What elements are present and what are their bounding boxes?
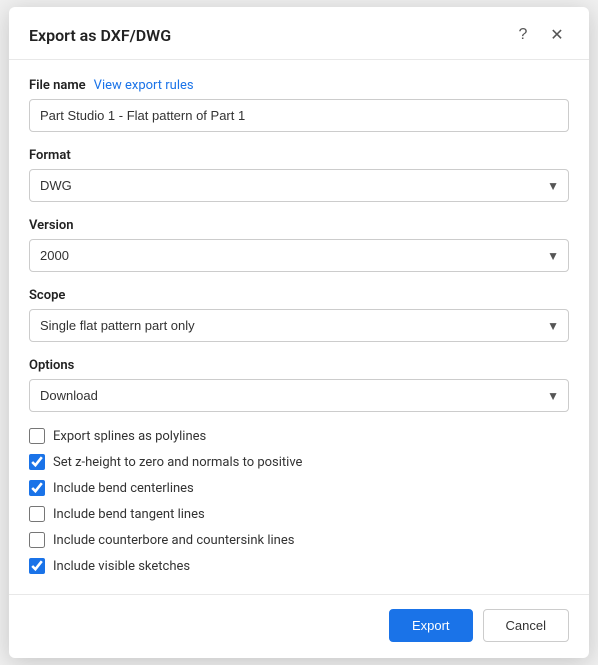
visible-sketches-checkbox[interactable]	[29, 558, 45, 574]
export-dialog: Export as DXF/DWG ? ✕ File name View exp…	[9, 7, 589, 658]
bend-centerlines-checkbox[interactable]	[29, 480, 45, 496]
scope-select[interactable]: Single flat pattern part only All parts	[29, 309, 569, 342]
options-section: Options Download Open in viewer ▼ Export…	[29, 358, 569, 574]
scope-group: Scope Single flat pattern part only All …	[29, 288, 569, 342]
z-height-label: Set z-height to zero and normals to posi…	[53, 455, 302, 470]
format-group: Format DWG DXF ▼	[29, 148, 569, 202]
format-label: Format	[29, 148, 569, 163]
file-name-input[interactable]	[29, 99, 569, 132]
download-group: Download Open in viewer ▼	[29, 379, 569, 412]
options-label: Options	[29, 358, 569, 373]
visible-sketches-label: Include visible sketches	[53, 559, 190, 574]
bend-tangent-checkbox[interactable]	[29, 506, 45, 522]
close-icon: ✕	[550, 25, 563, 45]
version-label: Version	[29, 218, 569, 233]
checkbox-item-bend-tangent[interactable]: Include bend tangent lines	[29, 506, 569, 522]
dialog-header: Export as DXF/DWG ? ✕	[9, 7, 589, 60]
header-icons: ? ✕	[511, 23, 569, 47]
bend-centerlines-label: Include bend centerlines	[53, 481, 194, 496]
export-splines-label: Export splines as polylines	[53, 429, 206, 444]
cancel-button[interactable]: Cancel	[483, 609, 569, 642]
checkbox-item-visible-sketches[interactable]: Include visible sketches	[29, 558, 569, 574]
checkbox-item-z-height[interactable]: Set z-height to zero and normals to posi…	[29, 454, 569, 470]
checkbox-item-export-splines[interactable]: Export splines as polylines	[29, 428, 569, 444]
file-name-group: File name View export rules	[29, 78, 569, 132]
checkbox-item-bend-centerlines[interactable]: Include bend centerlines	[29, 480, 569, 496]
counterbore-checkbox[interactable]	[29, 532, 45, 548]
file-name-label: File name View export rules	[29, 78, 569, 93]
counterbore-label: Include counterbore and countersink line…	[53, 533, 294, 548]
dialog-footer: Export Cancel	[9, 594, 589, 658]
dialog-body: File name View export rules Format DWG D…	[9, 60, 589, 594]
version-select-wrapper: 2000 2004 2007 2010 2013 2016 ▼	[29, 239, 569, 272]
export-splines-checkbox[interactable]	[29, 428, 45, 444]
help-icon: ?	[519, 26, 528, 44]
close-button[interactable]: ✕	[545, 23, 569, 47]
checkbox-item-counterbore[interactable]: Include counterbore and countersink line…	[29, 532, 569, 548]
export-button[interactable]: Export	[389, 609, 473, 642]
dialog-title: Export as DXF/DWG	[29, 26, 171, 45]
format-select-wrapper: DWG DXF ▼	[29, 169, 569, 202]
version-select[interactable]: 2000 2004 2007 2010 2013 2016	[29, 239, 569, 272]
view-export-rules-link[interactable]: View export rules	[94, 78, 194, 93]
format-select[interactable]: DWG DXF	[29, 169, 569, 202]
download-select-wrapper: Download Open in viewer ▼	[29, 379, 569, 412]
download-select[interactable]: Download Open in viewer	[29, 379, 569, 412]
z-height-checkbox[interactable]	[29, 454, 45, 470]
scope-label: Scope	[29, 288, 569, 303]
help-button[interactable]: ?	[511, 23, 535, 47]
version-group: Version 2000 2004 2007 2010 2013 2016 ▼	[29, 218, 569, 272]
bend-tangent-label: Include bend tangent lines	[53, 507, 205, 522]
scope-select-wrapper: Single flat pattern part only All parts …	[29, 309, 569, 342]
checkbox-group: Export splines as polylines Set z-height…	[29, 428, 569, 574]
